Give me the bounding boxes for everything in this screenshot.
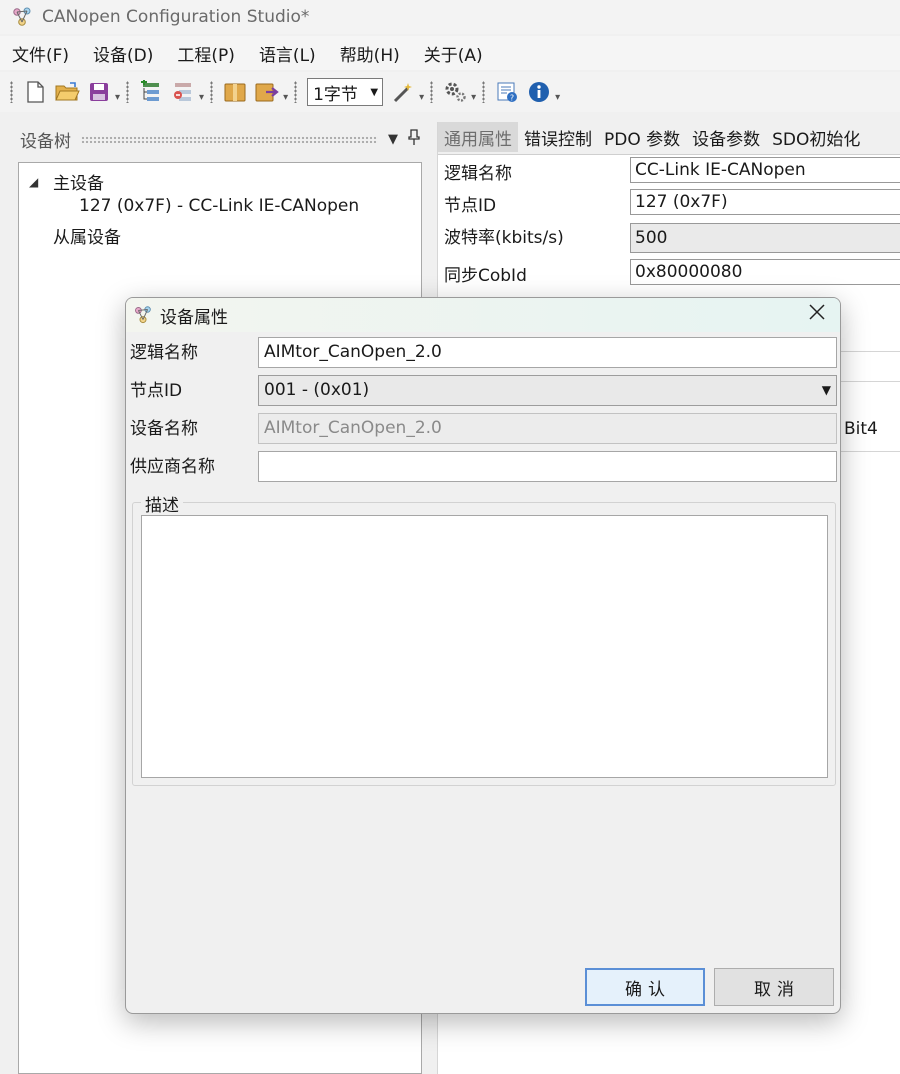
chevron-down-icon[interactable]: ▼ (388, 132, 398, 147)
description-label: 描述 (141, 491, 183, 516)
svg-text:?: ? (510, 94, 514, 103)
expand-arrow-icon[interactable]: ◢ (29, 175, 38, 189)
toolbar-grip[interactable] (482, 81, 486, 103)
tab-general[interactable]: 通用属性 (438, 122, 518, 152)
property-value-input[interactable]: 127 (0x7F) (630, 189, 900, 215)
cancel-button[interactable]: 取消 (714, 968, 834, 1006)
toolbar-grip[interactable] (210, 81, 214, 103)
logical-name-input[interactable]: AIMtor_CanOpen_2.0 (258, 337, 837, 368)
property-row: 波特率(kbits/s) 500 (438, 219, 900, 257)
close-icon[interactable] (808, 302, 826, 327)
settings-dropdown-icon[interactable]: ▾ (471, 92, 476, 103)
property-value-input[interactable]: CC-Link IE-CANopen (630, 157, 900, 183)
help-icon[interactable]: ? (493, 78, 521, 106)
app-window: CANopen Configuration Studio* 文件(F) 设备(D… (0, 0, 900, 1074)
settings-gear-icon[interactable] (441, 78, 469, 106)
bit-label: Bit4 (844, 419, 878, 439)
wizard-dropdown-icon[interactable]: ▾ (419, 92, 424, 103)
property-name: 节点ID (444, 196, 497, 216)
save-icon[interactable] (85, 78, 113, 106)
window-title: CANopen Configuration Studio* (42, 7, 310, 27)
save-dropdown-icon[interactable]: ▾ (115, 92, 120, 103)
device-tree-header: 设备树 ▼ (10, 122, 430, 156)
node-id-select[interactable]: 001 - (0x01) ▼ (258, 375, 837, 406)
byte-size-select[interactable]: 1字节 ▼ (307, 78, 384, 106)
toolbar: ▾ ▾ ▾ 1字节 ▼ ▾ ▾ ? ▾ (0, 72, 900, 112)
app-logo-icon (132, 304, 154, 326)
import-icon[interactable] (221, 78, 249, 106)
device-properties-dialog: 设备属性 逻辑名称 AIMtor_CanOpen_2.0 节点ID 001 - … (125, 297, 841, 1014)
open-folder-icon[interactable] (53, 78, 81, 106)
node-id-label: 节点ID (130, 381, 183, 401)
info-icon[interactable] (525, 78, 553, 106)
tab-pdo-params[interactable]: PDO 参数 (598, 122, 686, 152)
property-name: 同步CobId (444, 266, 527, 286)
device-tree-title: 设备树 (20, 131, 71, 152)
tree-node-master-device[interactable]: 127 (0x7F) - CC-Link IE-CANopen (79, 196, 359, 216)
property-name: 逻辑名称 (444, 164, 512, 184)
toolbar-grip[interactable] (126, 81, 130, 103)
property-name: 波特率(kbits/s) (444, 228, 564, 248)
tree-node-slaves[interactable]: 从属设备 (53, 223, 121, 248)
device-name-label: 设备名称 (130, 419, 198, 439)
panel-drag-handle[interactable] (81, 135, 378, 143)
toolbar-grip[interactable] (10, 81, 13, 103)
property-row: 同步CobId 0x80000080 (438, 257, 900, 289)
tab-sdo-init[interactable]: SDO初始化 (766, 122, 866, 152)
device-name-field: AIMtor_CanOpen_2.0 (258, 413, 837, 444)
ok-button[interactable]: 确认 (585, 968, 705, 1006)
property-row: 节点ID 127 (0x7F) (438, 187, 900, 219)
menu-language[interactable]: 语言(L) (247, 41, 328, 66)
property-row: 逻辑名称 CC-Link IE-CANopen (438, 155, 900, 187)
tab-error-control[interactable]: 错误控制 (518, 122, 598, 152)
title-bar: CANopen Configuration Studio* (0, 0, 900, 34)
tab-device-params[interactable]: 设备参数 (686, 122, 766, 152)
wizard-icon[interactable] (389, 78, 417, 106)
menu-bar: 文件(F) 设备(D) 工程(P) 语言(L) 帮助(H) 关于(A) (0, 36, 900, 70)
logical-name-label: 逻辑名称 (130, 343, 198, 363)
export-dropdown-icon[interactable]: ▾ (283, 92, 288, 103)
property-value-select[interactable]: 500 (630, 223, 900, 253)
divider (838, 451, 900, 452)
chevron-down-icon: ▼ (370, 86, 379, 98)
info-dropdown-icon[interactable]: ▾ (555, 92, 560, 103)
menu-about[interactable]: 关于(A) (412, 41, 495, 66)
vendor-name-label: 供应商名称 (130, 457, 215, 477)
byte-size-value: 1字节 (313, 84, 358, 105)
pin-icon[interactable] (408, 129, 420, 149)
device-dropdown-icon[interactable]: ▾ (199, 92, 204, 103)
chevron-down-icon: ▼ (821, 383, 831, 397)
description-textarea[interactable] (141, 515, 828, 778)
menu-project[interactable]: 工程(P) (165, 41, 247, 66)
toolbar-grip[interactable] (430, 81, 434, 103)
property-value-input[interactable]: 0x80000080 (630, 259, 900, 285)
properties-tabs: 通用属性 错误控制 PDO 参数 设备参数 SDO初始化 (438, 122, 900, 152)
menu-file[interactable]: 文件(F) (0, 41, 81, 66)
menu-device[interactable]: 设备(D) (81, 41, 165, 66)
dialog-title: 设备属性 (160, 307, 228, 328)
export-icon[interactable] (253, 78, 281, 106)
menu-help[interactable]: 帮助(H) (328, 41, 412, 66)
add-device-icon[interactable] (137, 78, 165, 106)
app-logo-icon (10, 5, 34, 29)
vendor-name-input[interactable] (258, 451, 837, 482)
dialog-title-bar[interactable]: 设备属性 (126, 298, 840, 332)
new-file-icon[interactable] (21, 78, 49, 106)
description-group: 描述 (132, 491, 836, 786)
tree-node-master[interactable]: 主设备 (53, 169, 104, 194)
toolbar-grip[interactable] (294, 81, 298, 103)
node-id-value: 001 - (0x01) (264, 380, 370, 400)
remove-device-icon[interactable] (169, 78, 197, 106)
